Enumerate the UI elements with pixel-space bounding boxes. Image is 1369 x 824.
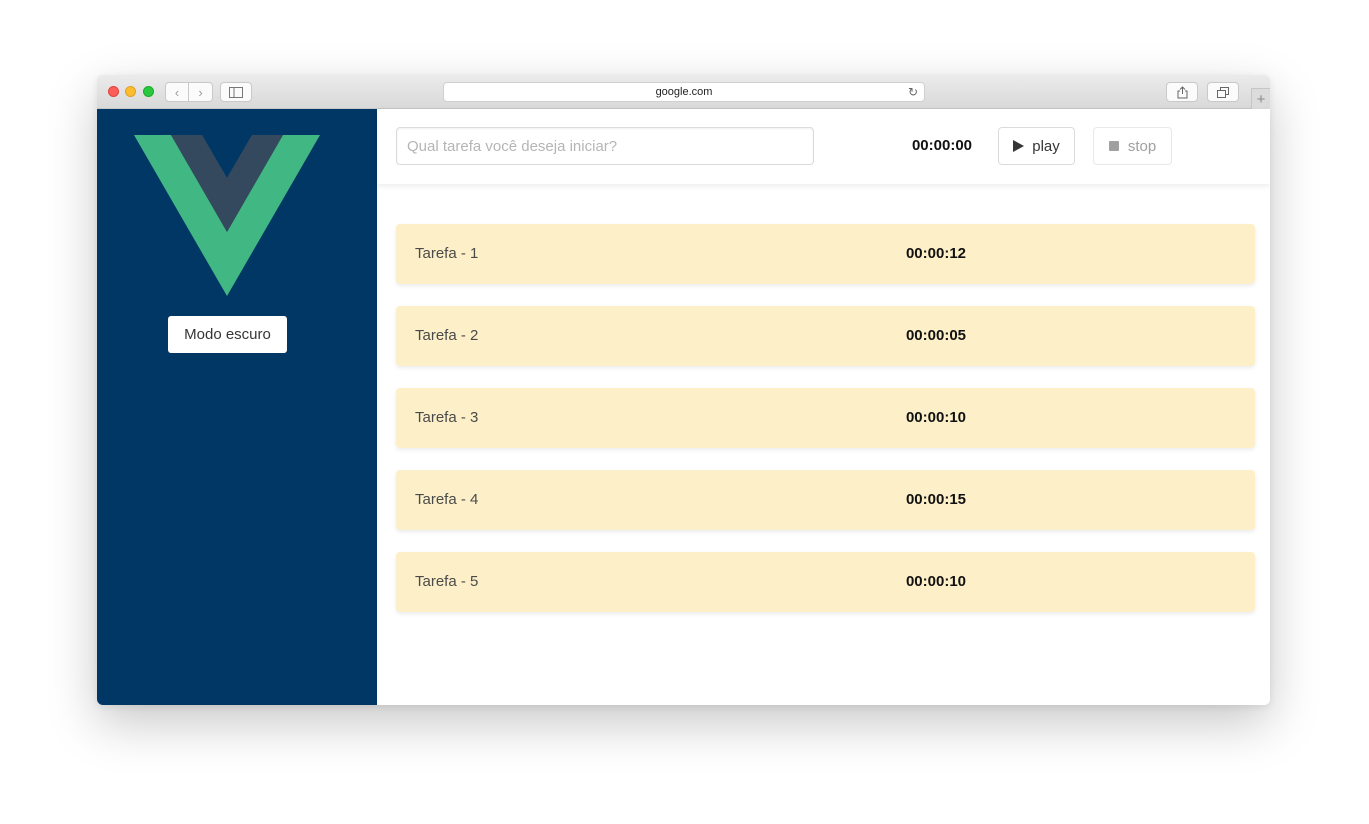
new-tab-button[interactable]: + [1251, 88, 1270, 109]
browser-titlebar: ‹ › google.com ↻ + [97, 75, 1270, 109]
task-row[interactable]: Tarefa - 4 00:00:15 [396, 470, 1255, 530]
current-timer: 00:00:00 [911, 137, 973, 154]
task-row[interactable]: Tarefa - 1 00:00:12 [396, 224, 1255, 284]
chevron-right-icon: › [198, 84, 203, 100]
play-icon [1013, 140, 1025, 152]
sidebar-toggle-button[interactable] [220, 82, 252, 102]
task-name: Tarefa - 5 [415, 573, 479, 590]
tabs-icon [1217, 86, 1229, 98]
task-name-input[interactable] [396, 127, 814, 165]
url-text: google.com [655, 86, 713, 98]
task-name: Tarefa - 3 [415, 409, 479, 426]
task-name: Tarefa - 2 [415, 327, 479, 344]
share-button[interactable] [1166, 82, 1198, 102]
reload-icon[interactable]: ↻ [908, 85, 918, 99]
forward-button[interactable]: › [189, 82, 213, 102]
task-duration: 00:00:15 [905, 491, 967, 508]
browser-window: ‹ › google.com ↻ + Modo escuro Qual tare… [97, 75, 1270, 705]
task-duration: 00:00:10 [905, 409, 967, 426]
stop-label: stop [1127, 137, 1157, 155]
close-window-button[interactable] [108, 86, 119, 97]
task-row[interactable]: Tarefa - 2 00:00:05 [396, 306, 1255, 366]
address-bar[interactable]: google.com ↻ [443, 82, 925, 102]
maximize-window-button[interactable] [143, 86, 154, 97]
chevron-left-icon: ‹ [174, 84, 180, 100]
app-sidebar: Modo escuro [97, 109, 377, 705]
sidebar-icon [229, 86, 243, 98]
task-duration: 00:00:05 [905, 327, 967, 344]
minimize-window-button[interactable] [125, 86, 136, 97]
play-button[interactable]: play [998, 127, 1075, 165]
task-name: Tarefa - 1 [415, 245, 479, 262]
vue-logo-icon [134, 135, 320, 296]
task-duration: 00:00:10 [905, 573, 967, 590]
tabs-overview-button[interactable] [1207, 82, 1239, 102]
task-row[interactable]: Tarefa - 5 00:00:10 [396, 552, 1255, 612]
task-list: Tarefa - 1 00:00:12 Tarefa - 2 00:00:05 … [396, 224, 1255, 634]
main-content: 00:00:00 play stop Tarefa - 1 00:00:12 T… [377, 109, 1270, 705]
plus-icon: + [1256, 90, 1266, 108]
task-row[interactable]: Tarefa - 3 00:00:10 [396, 388, 1255, 448]
stop-icon [1108, 141, 1119, 151]
play-label: play [1032, 137, 1060, 155]
dark-mode-button[interactable]: Modo escuro [168, 316, 287, 353]
task-duration: 00:00:12 [905, 245, 967, 262]
share-icon [1177, 85, 1187, 98]
task-toolbar: 00:00:00 play stop [377, 109, 1270, 184]
stop-button[interactable]: stop [1093, 127, 1172, 165]
back-button[interactable]: ‹ [165, 82, 189, 102]
task-name: Tarefa - 4 [415, 491, 479, 508]
